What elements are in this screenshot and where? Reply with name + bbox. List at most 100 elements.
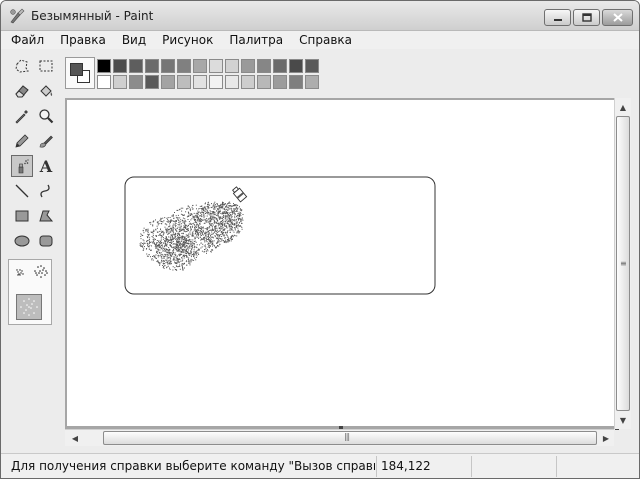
spray-dot — [201, 233, 203, 235]
spray-dot — [176, 230, 178, 232]
palette-swatch[interactable] — [113, 59, 127, 73]
palette-swatch[interactable] — [305, 59, 319, 73]
spray-dot — [231, 226, 233, 228]
airbrush-size-small[interactable] — [12, 264, 28, 280]
palette-swatch[interactable] — [97, 75, 111, 89]
palette-swatch[interactable] — [305, 75, 319, 89]
menu-file[interactable]: Файл — [11, 33, 44, 47]
maximize-button[interactable] — [573, 9, 600, 26]
tool-curve[interactable] — [35, 180, 57, 202]
scroll-down-icon[interactable]: ▼ — [615, 412, 631, 428]
vertical-scrollbar[interactable]: ▲ ≡ ▼ — [614, 98, 631, 429]
tool-rect-select[interactable] — [35, 55, 57, 77]
spray-dot — [203, 207, 204, 209]
spray-dot — [208, 221, 210, 223]
spray-dot — [210, 235, 211, 237]
spray-dot — [185, 211, 187, 213]
tool-color-picker[interactable] — [11, 105, 33, 127]
airbrush-size-large[interactable] — [16, 294, 42, 320]
tool-rounded-rect[interactable] — [35, 230, 57, 252]
spray-dot — [175, 215, 177, 217]
current-colors[interactable] — [65, 57, 95, 89]
tool-magnifier[interactable] — [35, 105, 57, 127]
spray-dot — [157, 250, 159, 252]
spray-dot — [183, 240, 185, 242]
scroll-left-icon[interactable]: ◀ — [67, 430, 83, 446]
spray-dot — [176, 209, 178, 211]
vertical-scroll-thumb[interactable]: ≡ — [616, 116, 630, 411]
airbrush-size-medium[interactable] — [31, 262, 51, 282]
palette-swatch[interactable] — [209, 59, 223, 73]
palette-swatch[interactable] — [193, 75, 207, 89]
scroll-right-icon[interactable]: ▶ — [598, 430, 614, 446]
spray-dot — [222, 225, 223, 227]
palette-swatch[interactable] — [161, 75, 175, 89]
palette-swatch[interactable] — [225, 59, 239, 73]
palette-swatch[interactable] — [129, 59, 143, 73]
menu-view[interactable]: Вид — [122, 33, 146, 47]
spray-dot — [167, 242, 169, 244]
palette-swatch[interactable] — [129, 75, 143, 89]
menu-colors[interactable]: Палитра — [229, 33, 283, 47]
thumb-grip-icon: ||| — [344, 432, 350, 441]
spray-dot — [198, 232, 200, 233]
spray-dot — [181, 263, 183, 265]
tool-pencil[interactable] — [11, 130, 33, 152]
paint-app-icon — [10, 8, 25, 24]
tool-rectangle[interactable] — [11, 205, 33, 227]
palette-swatch[interactable] — [241, 59, 255, 73]
title-bar[interactable]: Безымянный - Paint — [1, 1, 639, 31]
palette-swatch[interactable] — [161, 59, 175, 73]
spray-dot — [159, 249, 161, 251]
tool-free-select[interactable] — [11, 55, 33, 77]
spray-dot — [197, 249, 199, 251]
spray-dot — [200, 231, 202, 233]
palette-swatch[interactable] — [273, 75, 287, 89]
palette-swatch[interactable] — [289, 75, 303, 89]
horizontal-scrollbar[interactable]: ◀ ||| ▶ — [65, 429, 614, 446]
spray-dot — [169, 244, 171, 245]
palette-swatch[interactable] — [209, 75, 223, 89]
spray-dot — [196, 247, 198, 249]
tool-line[interactable] — [11, 180, 33, 202]
menu-edit[interactable]: Правка — [60, 33, 106, 47]
minimize-button[interactable] — [544, 9, 571, 26]
spray-dot — [181, 251, 183, 253]
palette-swatch[interactable] — [177, 59, 191, 73]
tool-brush[interactable] — [35, 130, 57, 152]
drawing-canvas[interactable] — [67, 100, 615, 426]
palette-swatch[interactable] — [289, 59, 303, 73]
spray-dot — [189, 247, 191, 249]
tool-ellipse[interactable] — [11, 230, 33, 252]
menu-help[interactable]: Справка — [299, 33, 352, 47]
tool-airbrush[interactable] — [11, 155, 33, 177]
palette-swatch[interactable] — [273, 59, 287, 73]
tool-eraser[interactable] — [11, 80, 33, 102]
palette-swatch[interactable] — [177, 75, 191, 89]
tool-fill[interactable] — [35, 80, 57, 102]
tool-text[interactable]: A — [35, 155, 57, 177]
close-button[interactable] — [602, 9, 633, 26]
spray-dot — [192, 217, 194, 218]
palette-swatch[interactable] — [257, 75, 271, 89]
palette-swatch[interactable] — [145, 75, 159, 89]
palette-swatch[interactable] — [241, 75, 255, 89]
palette-swatch[interactable] — [113, 75, 127, 89]
spray-dot — [204, 249, 206, 250]
spray-dot — [168, 257, 170, 259]
spray-dot — [196, 230, 198, 232]
palette-swatch[interactable] — [257, 59, 271, 73]
palette-swatch[interactable] — [145, 59, 159, 73]
palette-swatch[interactable] — [225, 75, 239, 89]
horizontal-scroll-thumb[interactable]: ||| — [103, 431, 597, 445]
spray-dot — [154, 245, 156, 247]
scroll-up-icon[interactable]: ▲ — [615, 99, 631, 115]
palette-swatch[interactable] — [97, 59, 111, 73]
tool-polygon[interactable] — [35, 205, 57, 227]
spray-dot — [211, 240, 213, 242]
spray-dot — [170, 255, 172, 257]
spray-dot — [233, 203, 234, 205]
spray-dot — [223, 232, 225, 233]
palette-swatch[interactable] — [193, 59, 207, 73]
menu-image[interactable]: Рисунок — [162, 33, 213, 47]
